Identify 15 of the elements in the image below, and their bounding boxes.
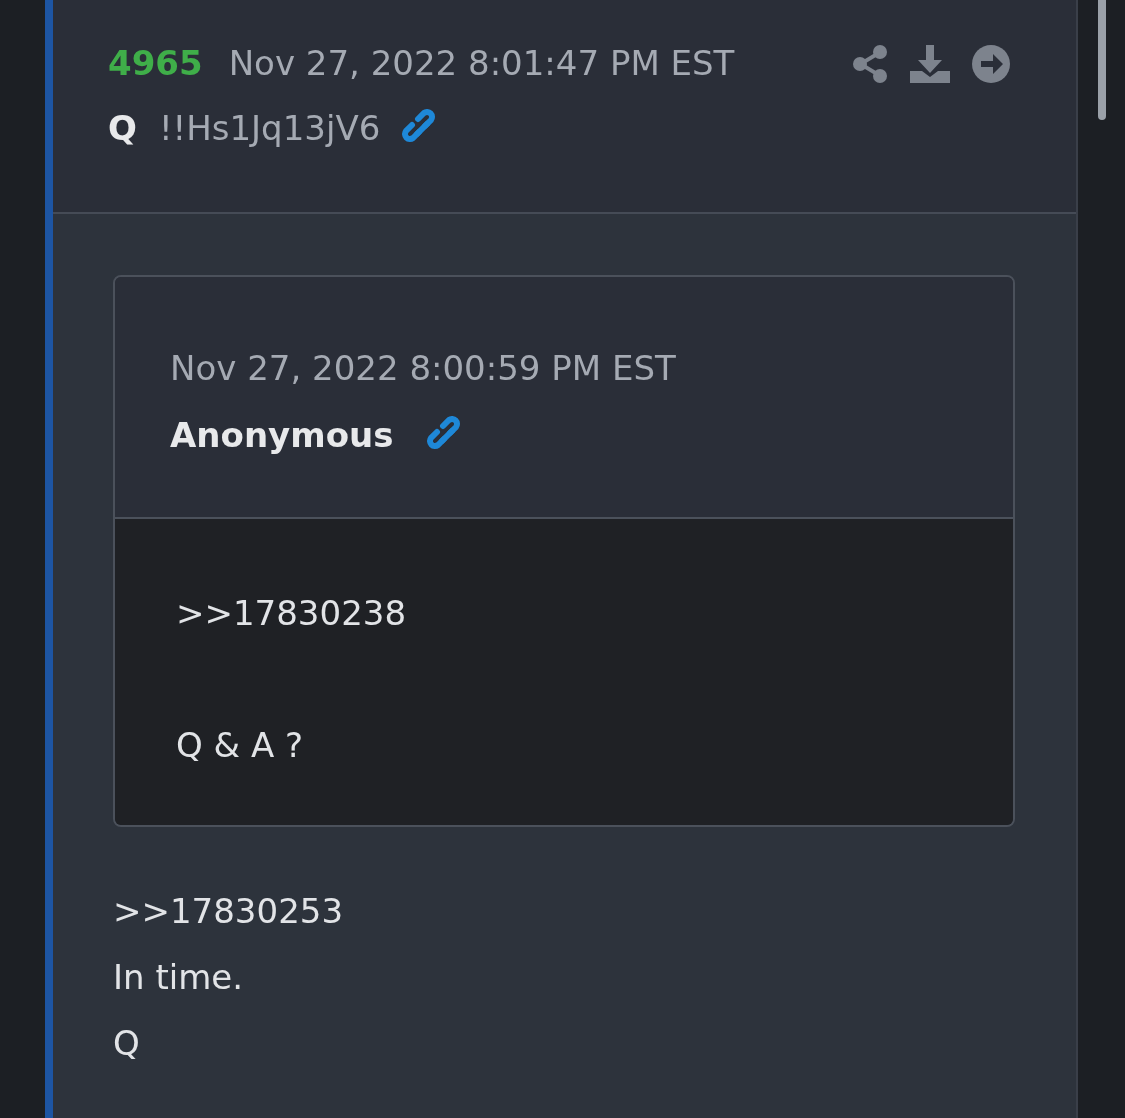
quoted-timestamp: Nov 27, 2022 8:00:59 PM EST — [170, 347, 677, 390]
quoted-text-line: >>17830238 — [176, 592, 408, 635]
tripcode: !!Hs1Jq13jV6 — [158, 107, 381, 150]
post-text-line: >>17830253 — [113, 890, 345, 933]
post-author: Q — [108, 107, 137, 150]
scrollbar-thumb[interactable] — [1097, 0, 1106, 120]
share-icon[interactable] — [852, 44, 888, 83]
post-text-line: Q — [113, 1022, 141, 1065]
post-number: 4965 — [108, 42, 203, 85]
download-icon[interactable] — [910, 44, 950, 83]
arrow-right-icon[interactable] — [972, 44, 1010, 83]
post-timestamp: Nov 27, 2022 8:01:47 PM EST — [228, 42, 735, 85]
quoted-author: Anonymous — [170, 414, 394, 457]
quoted-text-line: Q & A ? — [176, 724, 304, 767]
post-text-line: In time. — [113, 956, 244, 999]
